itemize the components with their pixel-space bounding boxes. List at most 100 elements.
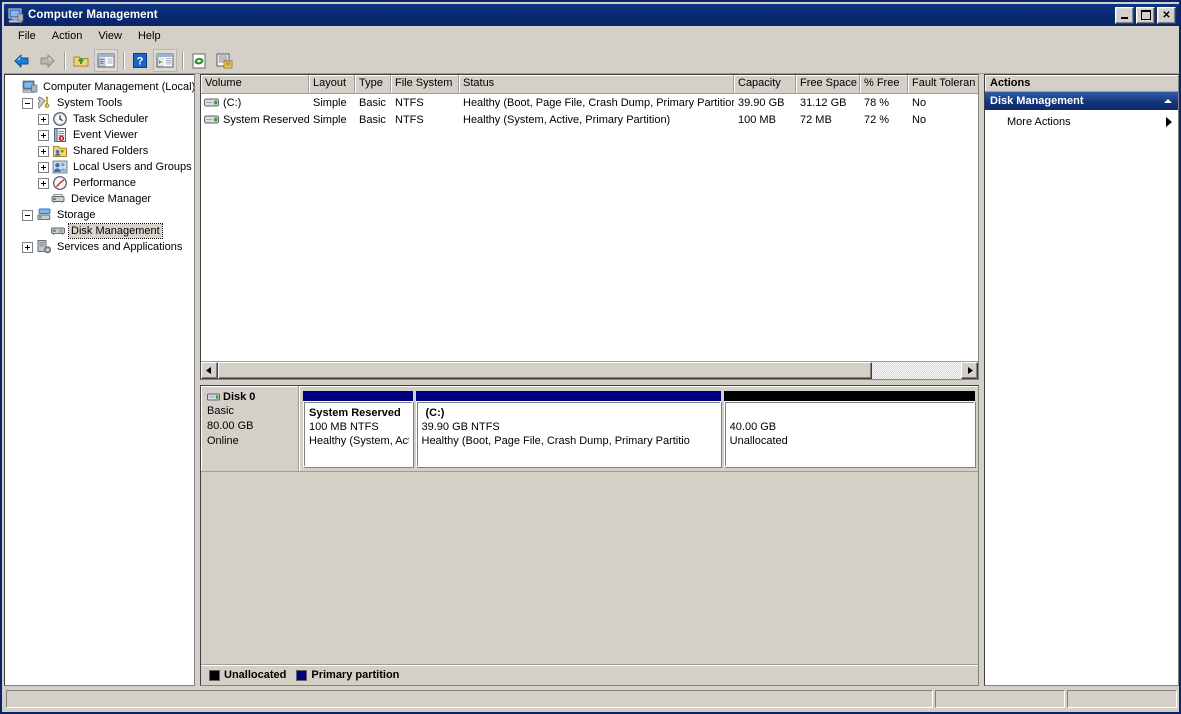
legend-label: Unallocated [224, 669, 286, 681]
minimize-button[interactable] [1115, 7, 1134, 24]
column-header-layout[interactable]: Layout [309, 75, 355, 93]
expander-none [38, 227, 47, 236]
volume-list[interactable]: Volume Layout Type File System Status Ca… [200, 74, 979, 380]
help-icon[interactable]: ? [128, 49, 152, 72]
tree-item-computer-management[interactable]: Computer Management (Local) [8, 79, 194, 95]
cell-layout: Simple [309, 97, 355, 109]
maximize-button[interactable] [1136, 7, 1155, 24]
performance-icon [52, 175, 68, 191]
computer-icon [8, 8, 24, 23]
console-tree-panel[interactable]: Computer Management (Local) System Tools [4, 74, 195, 686]
window-controls: ✕ [1115, 7, 1177, 24]
tree-item-device-manager[interactable]: Device Manager [8, 191, 194, 207]
tree-item-local-users-and-groups[interactable]: Local Users and Groups [8, 159, 194, 175]
partition-body: (C:) 39.90 GB NTFS Healthy (Boot, Page F… [416, 401, 721, 467]
status-bar [4, 688, 1179, 710]
title-bar: Computer Management ✕ [4, 4, 1179, 26]
column-header-status[interactable]: Status [459, 75, 734, 93]
column-header-volume[interactable]: Volume [201, 75, 309, 93]
volume-drive-icon [204, 114, 220, 126]
disk-legend: Unallocated Primary partition [201, 664, 978, 685]
action-more-actions[interactable]: More Actions [985, 113, 1178, 131]
expander-minus[interactable] [22, 98, 33, 109]
cell-percent-free: 78 % [860, 97, 908, 109]
actions-group-disk-management[interactable]: Disk Management [985, 92, 1178, 110]
toolbar-separator [64, 52, 65, 70]
export-list-icon[interactable] [212, 49, 236, 72]
show-hide-tree-icon[interactable] [94, 49, 118, 72]
disk-size: 80.00 GB [207, 419, 294, 433]
partition-c-drive[interactable]: (C:) 39.90 GB NTFS Healthy (Boot, Page F… [416, 391, 721, 467]
expander-minus[interactable] [22, 210, 33, 221]
menu-action[interactable]: Action [44, 28, 91, 44]
scrollbar-thumb[interactable] [218, 362, 872, 379]
back-icon[interactable] [10, 49, 34, 72]
tree-item-performance[interactable]: Performance [8, 175, 194, 191]
toolbar-separator-3 [182, 52, 183, 70]
expander-plus[interactable] [38, 178, 49, 189]
tree-item-system-tools[interactable]: System Tools [8, 95, 194, 111]
actions-panel: Actions Disk Management More Actions [984, 74, 1179, 686]
expander-plus[interactable] [38, 130, 49, 141]
legend-item-unallocated[interactable]: Unallocated [209, 669, 286, 681]
clock-icon [52, 111, 68, 127]
disk-name: Disk 0 [223, 391, 255, 403]
column-header-type[interactable]: Type [355, 75, 391, 93]
column-header-capacity[interactable]: Capacity [734, 75, 796, 93]
tree-item-disk-management[interactable]: Disk Management [8, 223, 194, 239]
action-label: More Actions [1007, 116, 1071, 128]
toolbar-separator-2 [123, 52, 124, 70]
tree-label: Event Viewer [71, 128, 140, 142]
column-header-free-space[interactable]: Free Space [796, 75, 860, 93]
cell-percent-free: 72 % [860, 114, 908, 126]
expander-plus[interactable] [38, 146, 49, 157]
close-button[interactable]: ✕ [1157, 7, 1176, 24]
partition-body: 40.00 GB Unallocated [724, 401, 975, 467]
show-hide-action-pane-icon[interactable] [153, 49, 177, 72]
legend-item-primary-partition[interactable]: Primary partition [296, 669, 399, 681]
partition-band [724, 391, 975, 401]
column-header-file-system[interactable]: File System [391, 75, 459, 93]
menu-view[interactable]: View [90, 28, 130, 44]
scroll-left-icon[interactable] [201, 362, 218, 379]
refresh-icon[interactable] [187, 49, 211, 72]
scrollbar-track[interactable] [218, 362, 961, 379]
expander-plus[interactable] [38, 162, 49, 173]
menu-help[interactable]: Help [130, 28, 169, 44]
tree-item-task-scheduler[interactable]: Task Scheduler [8, 111, 194, 127]
scroll-right-icon[interactable] [961, 362, 978, 379]
expander-plus[interactable] [22, 242, 33, 253]
disk-info-panel[interactable]: Disk 0 Basic 80.00 GB Online [201, 386, 299, 471]
table-row[interactable]: System Reserved Simple Basic NTFS Health… [201, 111, 978, 128]
partition-unallocated[interactable]: 40.00 GB Unallocated [724, 391, 975, 467]
tree-item-storage[interactable]: Storage [8, 207, 194, 223]
menu-file[interactable]: File [10, 28, 44, 44]
chevron-up-icon[interactable] [1164, 99, 1172, 103]
tree-item-services-and-applications[interactable]: Services and Applications [8, 239, 194, 255]
disk-management-icon [50, 223, 66, 239]
computer-icon [22, 79, 38, 95]
up-folder-icon[interactable] [69, 49, 93, 72]
disk-status: Online [207, 434, 294, 448]
content-area: Computer Management (Local) System Tools [4, 74, 1179, 686]
table-row[interactable]: (C:) Simple Basic NTFS Healthy (Boot, Pa… [201, 94, 978, 111]
tree-item-event-viewer[interactable]: Event Viewer [8, 127, 194, 143]
expander-plus[interactable] [38, 114, 49, 125]
computer-management-window: Computer Management ✕ File Action View H… [0, 0, 1181, 714]
tree-label: Device Manager [69, 192, 153, 206]
cell-file-system: NTFS [391, 97, 459, 109]
cell-volume-text: System Reserved [223, 114, 309, 126]
menu-bar: File Action View Help [4, 26, 1179, 46]
partition-system-reserved[interactable]: System Reserved 100 MB NTFS Healthy (Sys… [303, 391, 413, 467]
partition-band [416, 391, 721, 401]
cell-fault-tolerance: No [908, 97, 978, 109]
disk-type: Basic [207, 404, 294, 418]
column-header-fault-tolerance[interactable]: Fault Toleran [908, 75, 979, 93]
tree-item-shared-folders[interactable]: Shared Folders [8, 143, 194, 159]
horizontal-scrollbar[interactable] [201, 361, 978, 379]
disk-row-0[interactable]: Disk 0 Basic 80.00 GB Online System Rese… [201, 386, 978, 472]
column-header-percent-free[interactable]: % Free [860, 75, 908, 93]
disk-graphical-view[interactable]: Disk 0 Basic 80.00 GB Online System Rese… [200, 385, 979, 686]
forward-icon[interactable] [35, 49, 59, 72]
center-panel: Volume Layout Type File System Status Ca… [200, 74, 979, 686]
